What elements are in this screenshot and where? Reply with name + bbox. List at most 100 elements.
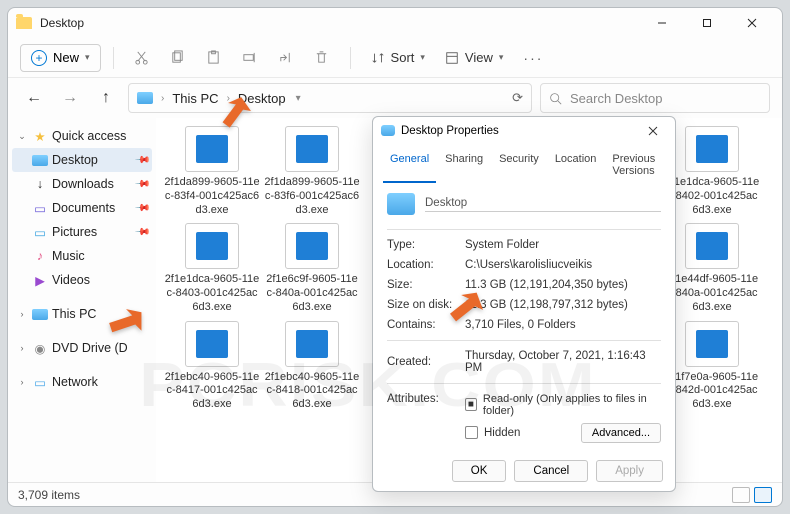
pin-icon: 📌	[133, 200, 150, 217]
file-item[interactable]: 2f1f7e0a-9605-11ec-842d-001c425ac6d3.exe	[664, 321, 760, 412]
chevron-down-icon[interactable]: ▾	[296, 93, 301, 104]
file-item[interactable]: 2f1e1dca-9605-11ec-8402-001c425ac6d3.exe	[664, 126, 760, 217]
tab-security[interactable]: Security	[492, 149, 546, 183]
sidebar-network[interactable]: ›▭Network	[12, 370, 152, 394]
icons-view-button[interactable]	[754, 487, 772, 503]
cancel-button[interactable]: Cancel	[514, 460, 588, 482]
new-button[interactable]: + New ▾	[20, 44, 101, 72]
breadcrumb-this-pc[interactable]: This PC	[168, 89, 222, 108]
size-label: Size:	[387, 279, 465, 291]
refresh-icon[interactable]: ⟳	[512, 90, 523, 106]
chevron-down-icon: ▾	[420, 52, 425, 63]
apply-button[interactable]: Apply	[596, 460, 663, 482]
toolbar: + New ▾ Sort ▾ View ▾ ···	[8, 38, 782, 78]
file-item[interactable]: 2f1da899-9605-11ec-83f6-001c425ac6d3.exe	[264, 126, 360, 217]
type-label: Type:	[387, 239, 465, 251]
window-title: Desktop	[40, 16, 84, 30]
view-button[interactable]: View ▾	[437, 46, 511, 69]
sort-button[interactable]: Sort ▾	[363, 46, 433, 69]
location-value: C:\Users\karolisliucveikis	[465, 259, 661, 271]
sidebar-item-downloads[interactable]: ↓Downloads📌	[12, 172, 152, 196]
sort-icon	[371, 51, 385, 65]
file-item[interactable]: 2f1e6c9f-9605-11ec-840a-001c425ac6d3.exe	[264, 223, 360, 314]
downloads-icon: ↓	[32, 177, 48, 191]
rename-icon[interactable]	[234, 43, 266, 73]
advanced-button[interactable]: Advanced...	[581, 423, 661, 443]
file-thumbnail	[185, 126, 239, 172]
file-thumbnail	[185, 223, 239, 269]
sidebar-item-desktop[interactable]: Desktop 📌	[12, 148, 152, 172]
file-name: 2f1da899-9605-11ec-83f6-001c425ac6d3.exe	[264, 176, 360, 217]
more-button[interactable]: ···	[515, 50, 551, 66]
sidebar-item-pictures[interactable]: ▭Pictures📌	[12, 220, 152, 244]
sidebar-item-label: Network	[52, 375, 98, 389]
hidden-checkbox[interactable]: Hidden Advanced...	[465, 423, 661, 443]
properties-body: Desktop Type:System Folder Location:C:\U…	[373, 183, 675, 452]
sidebar-dvd-drive[interactable]: ›◉DVD Drive (D	[12, 336, 152, 360]
sidebar-item-documents[interactable]: ▭Documents📌	[12, 196, 152, 220]
breadcrumb[interactable]: › This PC › Desktop ▾ ⟳	[128, 83, 532, 113]
properties-tabs: General Sharing Security Location Previo…	[373, 145, 675, 183]
file-name: 2f1e1dca-9605-11ec-8402-001c425ac6d3.exe	[664, 176, 760, 217]
file-thumbnail	[285, 126, 339, 172]
file-item[interactable]: 2f1da899-9605-11ec-83f4-001c425ac6d3.exe	[164, 126, 260, 217]
search-icon	[549, 92, 562, 105]
checkbox-icon	[465, 426, 478, 439]
minimize-button[interactable]	[639, 8, 684, 38]
file-thumbnail	[685, 126, 739, 172]
music-icon: ♪	[32, 249, 48, 263]
sidebar-item-label: Desktop	[52, 153, 98, 167]
created-value: Thursday, October 7, 2021, 1:16:43 PM	[465, 350, 661, 374]
file-name: 2f1ebc40-9605-11ec-8417-001c425ac6d3.exe	[164, 371, 260, 412]
chevron-right-icon: ›	[227, 93, 230, 104]
sidebar-this-pc[interactable]: ›This PC	[12, 302, 152, 326]
file-item[interactable]: 2f1e44df-9605-11ec-840a-001c425ac6d3.exe	[664, 223, 760, 314]
checkbox-icon: ■	[465, 398, 477, 411]
ok-button[interactable]: OK	[452, 460, 507, 482]
contains-label: Contains:	[387, 319, 465, 331]
pictures-icon: ▭	[32, 225, 48, 239]
forward-button[interactable]: →	[56, 84, 84, 112]
copy-icon[interactable]	[162, 43, 194, 73]
created-label: Created:	[387, 356, 465, 368]
file-thumbnail	[685, 223, 739, 269]
view-icon	[445, 51, 459, 65]
tab-sharing[interactable]: Sharing	[438, 149, 490, 183]
cut-icon[interactable]	[126, 43, 158, 73]
paste-icon[interactable]	[198, 43, 230, 73]
tab-previous-versions[interactable]: Previous Versions	[605, 149, 665, 183]
sidebar-quick-access[interactable]: ⌄★Quick access	[12, 124, 152, 148]
chevron-down-icon: ▾	[85, 52, 90, 63]
close-button[interactable]	[639, 119, 667, 143]
folder-name-field[interactable]: Desktop	[425, 195, 661, 212]
window-controls	[639, 8, 774, 38]
close-button[interactable]	[729, 8, 774, 38]
pc-icon	[32, 307, 48, 321]
file-item[interactable]: 2f1e1dca-9605-11ec-8403-001c425ac6d3.exe	[164, 223, 260, 314]
tab-general[interactable]: General	[383, 149, 436, 183]
sidebar: ⌄★Quick access Desktop 📌 ↓Downloads📌 ▭Doc…	[8, 118, 156, 482]
search-input[interactable]: Search Desktop	[540, 83, 770, 113]
file-thumbnail	[285, 321, 339, 367]
breadcrumb-desktop[interactable]: Desktop	[234, 89, 290, 108]
file-thumbnail	[185, 321, 239, 367]
file-item[interactable]: 2f1ebc40-9605-11ec-8418-001c425ac6d3.exe	[264, 321, 360, 412]
share-icon[interactable]	[270, 43, 302, 73]
sidebar-item-label: This PC	[52, 307, 96, 321]
new-label: New	[53, 50, 79, 65]
tab-location[interactable]: Location	[548, 149, 604, 183]
properties-dialog: Desktop Properties General Sharing Secur…	[372, 116, 676, 492]
file-item[interactable]: 2f1ebc40-9605-11ec-8417-001c425ac6d3.exe	[164, 321, 260, 412]
sidebar-item-videos[interactable]: ▶Videos	[12, 268, 152, 292]
readonly-checkbox[interactable]: ■Read-only (Only applies to files in fol…	[465, 393, 661, 417]
details-view-button[interactable]	[732, 487, 750, 503]
delete-icon[interactable]	[306, 43, 338, 73]
sidebar-item-music[interactable]: ♪Music	[12, 244, 152, 268]
back-button[interactable]: ←	[20, 84, 48, 112]
maximize-button[interactable]	[684, 8, 729, 38]
pin-icon: 📌	[133, 152, 150, 169]
sort-label: Sort	[391, 50, 415, 65]
sidebar-item-label: DVD Drive (D	[52, 341, 128, 355]
up-button[interactable]: ↑	[92, 84, 120, 112]
videos-icon: ▶	[32, 273, 48, 287]
